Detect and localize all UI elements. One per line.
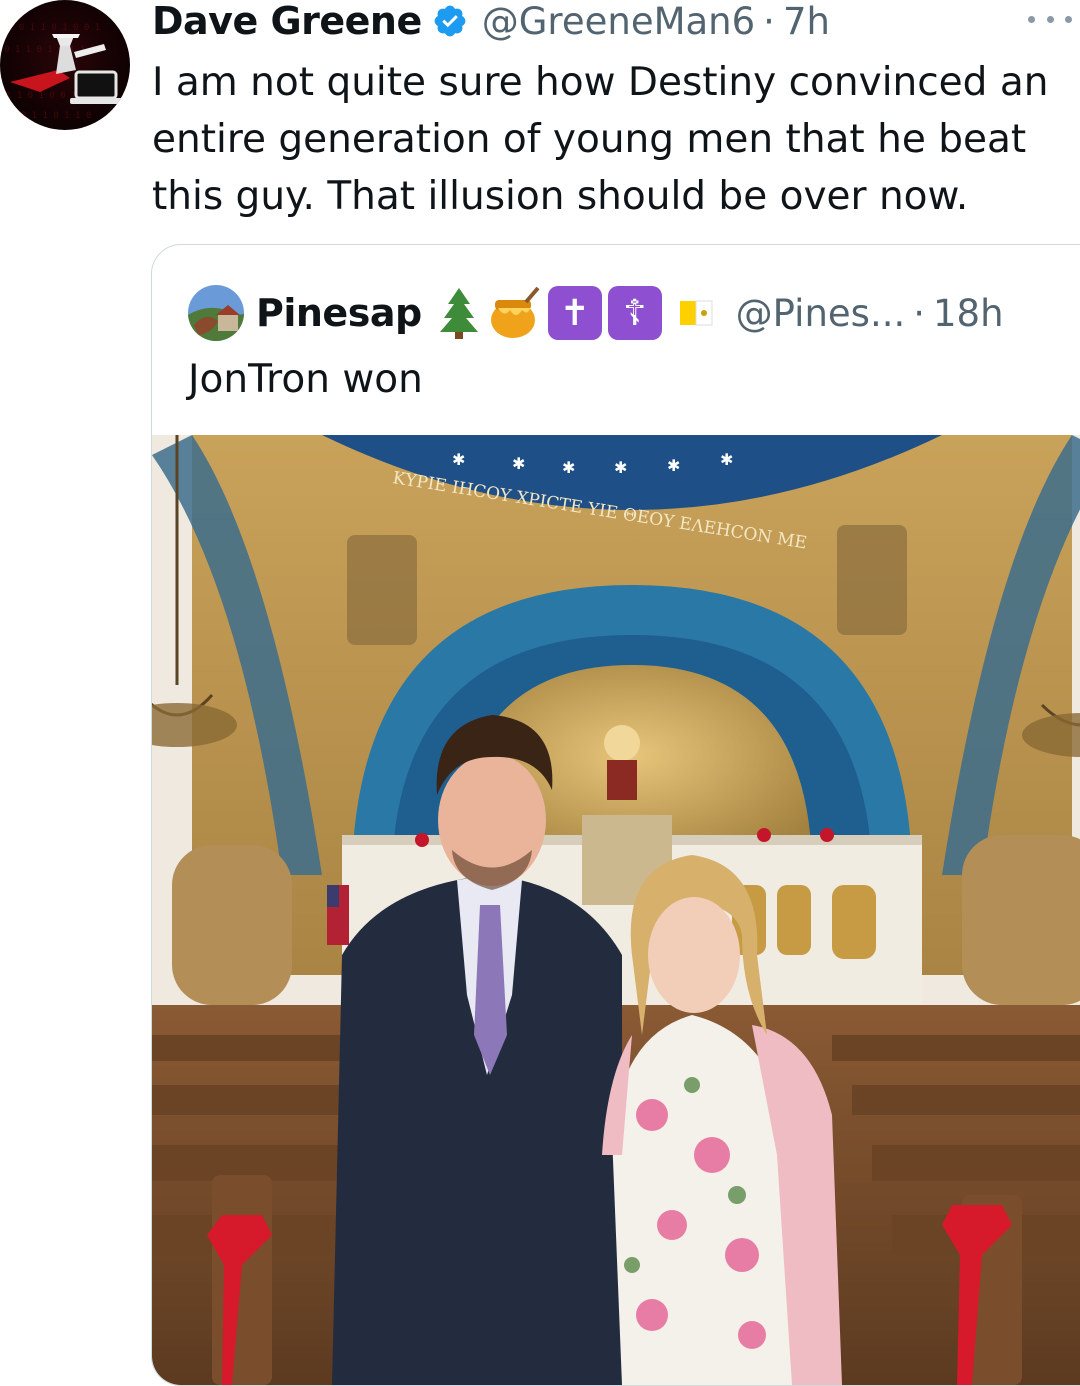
svg-text:✱: ✱ — [720, 450, 733, 469]
svg-text:✱: ✱ — [452, 450, 465, 469]
quoted-author-handle[interactable]: @Pines... — [736, 292, 906, 335]
svg-text:✱: ✱ — [614, 458, 627, 477]
svg-text:✱: ✱ — [562, 458, 575, 477]
latin-cross-icon: ✝ — [547, 286, 602, 340]
more-dots-icon[interactable] — [1028, 4, 1072, 34]
svg-text:1 0 1 1 0 1 0 0 1: 1 0 1 1 0 1 0 0 1 — [8, 23, 100, 33]
tweet-timestamp[interactable]: 7h — [783, 0, 830, 43]
quoted-tweet-card[interactable]: Pinesap ✝ ☦ @Pines... · 18h JonTron won — [151, 244, 1080, 1386]
author-handle[interactable]: @GreeneMan6 — [482, 0, 755, 43]
quoted-author-avatar[interactable] — [188, 285, 244, 341]
quoted-tweet-timestamp[interactable]: 18h — [933, 292, 1004, 335]
honey-pot-icon — [490, 286, 540, 338]
separator-dot: · — [763, 0, 775, 43]
separator-dot: · — [913, 291, 925, 335]
tweet-header: Dave Greene @GreeneMan6 · 7h — [152, 0, 830, 46]
orthodox-cross-icon: ☦ — [607, 286, 662, 340]
quoted-author-name[interactable]: Pinesap — [256, 291, 422, 335]
church-photo[interactable]: ✱ ✱ ✱ ✱ ✱ ✱ ΚΥΡΙΕ ΙΗϹΟΥ ΧΡΙϹΤΕ ΥΙΕ ΘΕΟΥ ΕΛΕΗ… — [152, 435, 1080, 1385]
masked-figure-laptop-avatar: 1 0 1 1 0 1 0 0 1 0 1 1 0 1 0 1 1 0 1 1 … — [4, 23, 122, 121]
quoted-tweet-header: Pinesap ✝ ☦ @Pines... · 18h — [188, 285, 1004, 341]
svg-text:✱: ✱ — [667, 456, 680, 475]
author-name[interactable]: Dave Greene — [152, 0, 422, 43]
verified-badge-icon — [434, 5, 466, 37]
svg-text:0 0 1 1 0 1 1 0: 0 0 1 1 0 1 1 0 — [10, 111, 91, 121]
vatican-flag-icon — [679, 300, 713, 326]
quoted-tweet-text: JonTron won — [188, 357, 423, 402]
svg-text:✱: ✱ — [512, 454, 525, 473]
tweet-text: I am not quite sure how Destiny convince… — [152, 60, 1049, 219]
author-avatar[interactable]: 1 0 1 1 0 1 0 0 1 0 1 1 0 1 0 1 1 0 1 1 … — [0, 0, 130, 130]
evergreen-tree-icon — [439, 288, 478, 339]
